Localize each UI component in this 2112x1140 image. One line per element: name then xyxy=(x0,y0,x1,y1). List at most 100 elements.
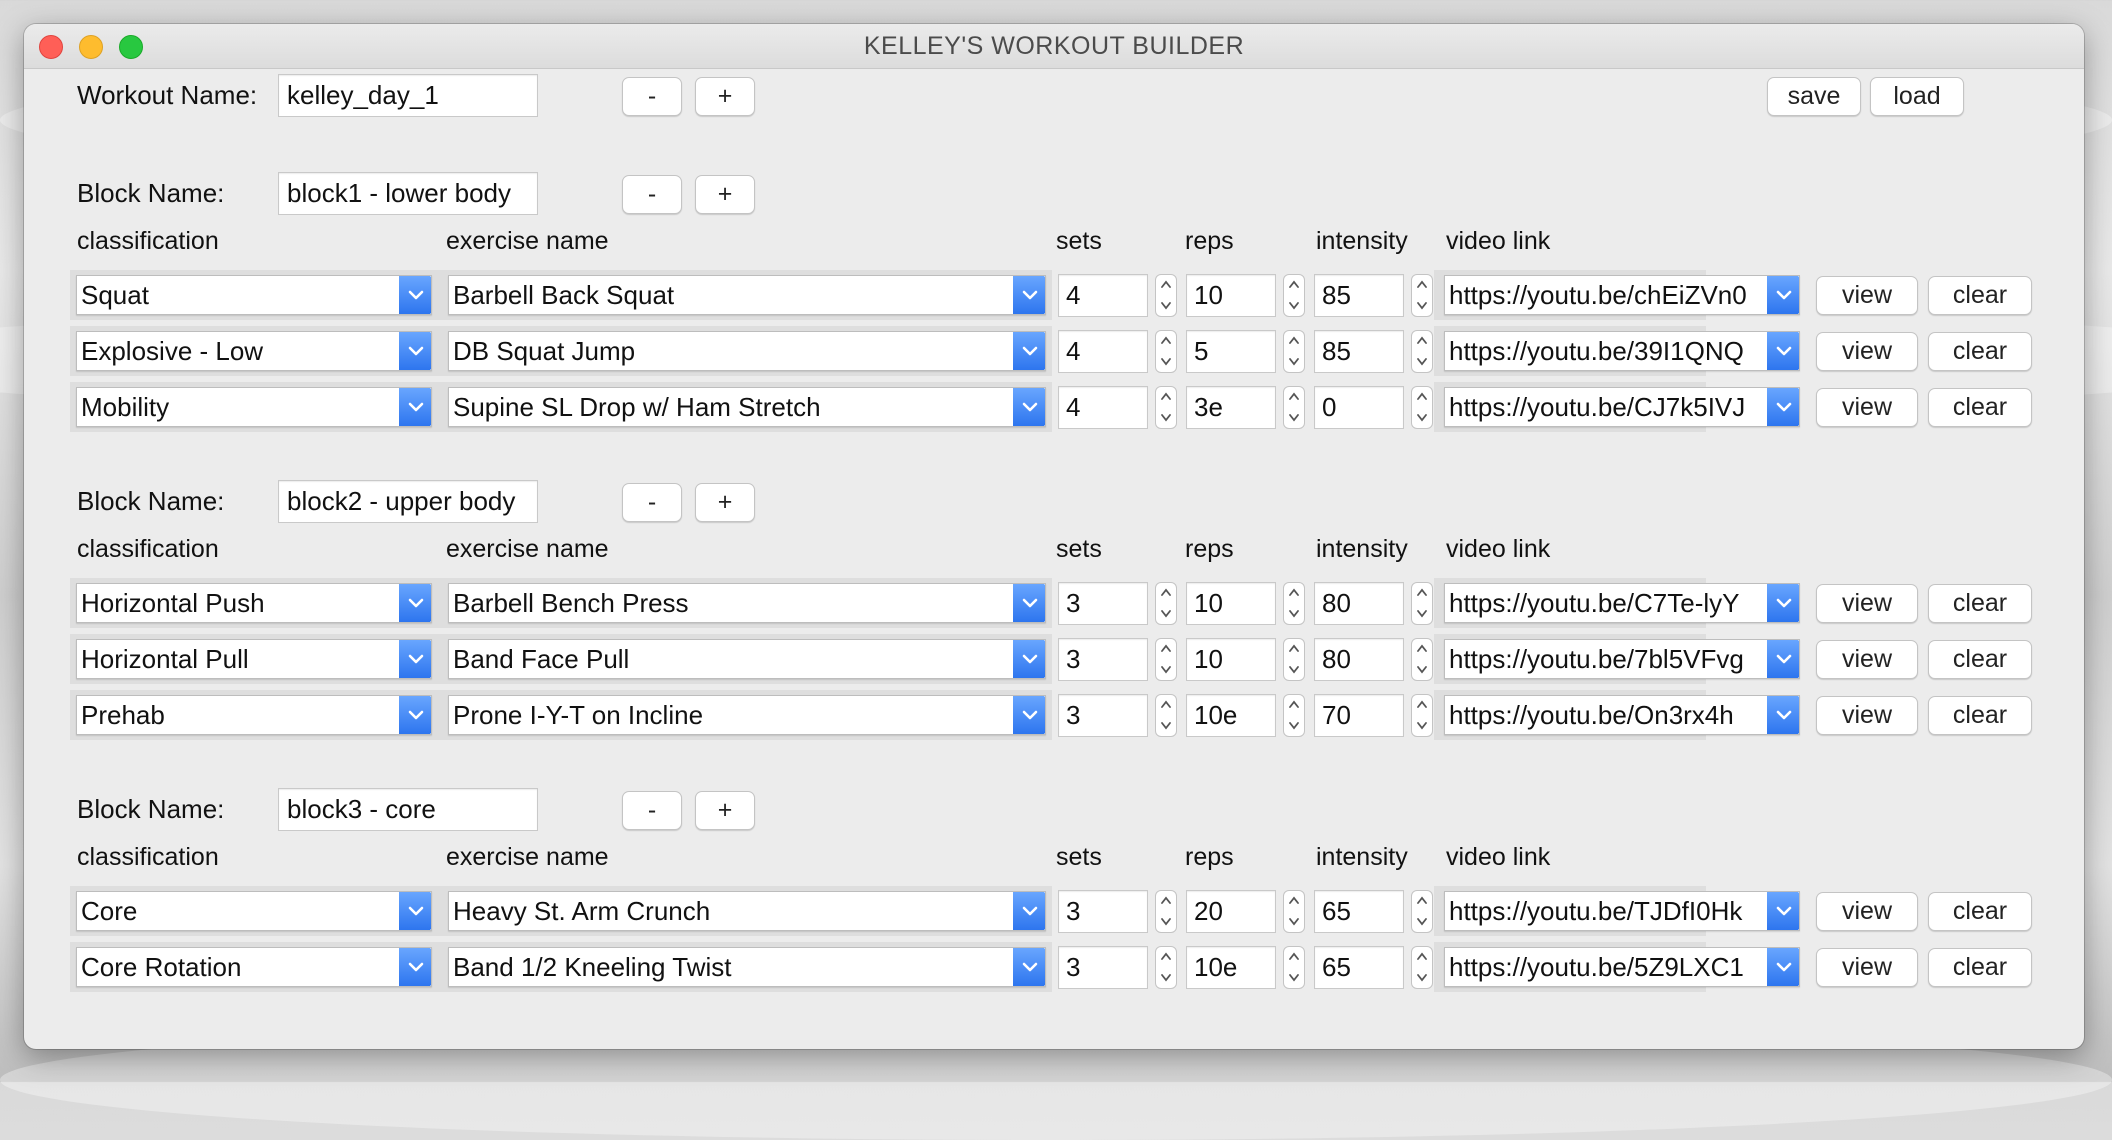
sets-input[interactable]: 3 xyxy=(1058,638,1148,681)
chevron-up-icon[interactable] xyxy=(1160,948,1172,966)
sets-stepper[interactable] xyxy=(1155,582,1177,625)
classification-select[interactable]: Prehab xyxy=(76,695,432,735)
reps-input[interactable]: 10 xyxy=(1186,638,1276,681)
chevron-down-icon[interactable] xyxy=(1767,388,1799,426)
chevron-down-icon[interactable] xyxy=(399,332,431,370)
chevron-up-icon[interactable] xyxy=(1160,584,1172,602)
chevron-down-icon[interactable] xyxy=(1160,605,1172,623)
intensity-stepper[interactable] xyxy=(1411,890,1433,933)
sets-stepper[interactable] xyxy=(1155,694,1177,737)
exercise-select[interactable]: Barbell Back Squat xyxy=(448,275,1046,315)
reps-stepper[interactable] xyxy=(1283,946,1305,989)
reps-input[interactable]: 10 xyxy=(1186,274,1276,317)
chevron-down-icon[interactable] xyxy=(1013,276,1045,314)
chevron-down-icon[interactable] xyxy=(1288,605,1300,623)
view-button[interactable]: view xyxy=(1816,640,1918,679)
view-button[interactable]: view xyxy=(1816,276,1918,315)
sets-stepper[interactable] xyxy=(1155,946,1177,989)
classification-select[interactable]: Horizontal Push xyxy=(76,583,432,623)
exercise-select[interactable]: Prone I-Y-T on Incline xyxy=(448,695,1046,735)
block-name-input[interactable]: block1 - lower body xyxy=(278,172,538,215)
intensity-input[interactable]: 0 xyxy=(1314,386,1404,429)
exercise-select[interactable]: Heavy St. Arm Crunch xyxy=(448,891,1046,931)
intensity-stepper[interactable] xyxy=(1411,946,1433,989)
chevron-down-icon[interactable] xyxy=(1013,584,1045,622)
chevron-down-icon[interactable] xyxy=(399,892,431,930)
chevron-down-icon[interactable] xyxy=(399,388,431,426)
clear-button[interactable]: clear xyxy=(1928,948,2032,987)
chevron-up-icon[interactable] xyxy=(1288,948,1300,966)
chevron-down-icon[interactable] xyxy=(1416,969,1428,987)
sets-input[interactable]: 3 xyxy=(1058,890,1148,933)
chevron-up-icon[interactable] xyxy=(1160,892,1172,910)
chevron-down-icon[interactable] xyxy=(1288,969,1300,987)
intensity-input[interactable]: 85 xyxy=(1314,330,1404,373)
chevron-down-icon[interactable] xyxy=(399,948,431,986)
chevron-down-icon[interactable] xyxy=(1160,913,1172,931)
reps-stepper[interactable] xyxy=(1283,694,1305,737)
sets-stepper[interactable] xyxy=(1155,386,1177,429)
exercise-select[interactable]: Supine SL Drop w/ Ham Stretch xyxy=(448,387,1046,427)
block-name-input[interactable]: block2 - upper body xyxy=(278,480,538,523)
chevron-down-icon[interactable] xyxy=(1288,717,1300,735)
chevron-down-icon[interactable] xyxy=(1416,297,1428,315)
reps-stepper[interactable] xyxy=(1283,582,1305,625)
chevron-up-icon[interactable] xyxy=(1160,640,1172,658)
chevron-down-icon[interactable] xyxy=(1160,717,1172,735)
chevron-up-icon[interactable] xyxy=(1160,332,1172,350)
workout-name-input[interactable]: kelley_day_1 xyxy=(278,74,538,117)
sets-stepper[interactable] xyxy=(1155,274,1177,317)
block-add-button[interactable]: + xyxy=(695,175,755,214)
classification-select[interactable]: Mobility xyxy=(76,387,432,427)
chevron-down-icon[interactable] xyxy=(1767,640,1799,678)
sets-input[interactable]: 4 xyxy=(1058,386,1148,429)
sets-input[interactable]: 3 xyxy=(1058,582,1148,625)
view-button[interactable]: view xyxy=(1816,584,1918,623)
clear-button[interactable]: clear xyxy=(1928,388,2032,427)
chevron-down-icon[interactable] xyxy=(1013,332,1045,370)
chevron-down-icon[interactable] xyxy=(1767,584,1799,622)
classification-select[interactable]: Core Rotation xyxy=(76,947,432,987)
chevron-down-icon[interactable] xyxy=(1160,353,1172,371)
video-link-select[interactable]: https://youtu.be/CJ7k5IVJ xyxy=(1444,387,1800,427)
video-link-select[interactable]: https://youtu.be/5Z9LXC1 xyxy=(1444,947,1800,987)
workout-remove-button[interactable]: - xyxy=(622,77,682,116)
view-button[interactable]: view xyxy=(1816,948,1918,987)
view-button[interactable]: view xyxy=(1816,388,1918,427)
chevron-up-icon[interactable] xyxy=(1288,892,1300,910)
intensity-input[interactable]: 70 xyxy=(1314,694,1404,737)
chevron-up-icon[interactable] xyxy=(1288,332,1300,350)
view-button[interactable]: view xyxy=(1816,696,1918,735)
classification-select[interactable]: Core xyxy=(76,891,432,931)
reps-stepper[interactable] xyxy=(1283,890,1305,933)
chevron-down-icon[interactable] xyxy=(1013,640,1045,678)
clear-button[interactable]: clear xyxy=(1928,892,2032,931)
video-link-select[interactable]: https://youtu.be/C7Te-lyY xyxy=(1444,583,1800,623)
sets-input[interactable]: 4 xyxy=(1058,274,1148,317)
chevron-down-icon[interactable] xyxy=(399,276,431,314)
chevron-up-icon[interactable] xyxy=(1160,388,1172,406)
chevron-down-icon[interactable] xyxy=(1416,717,1428,735)
chevron-down-icon[interactable] xyxy=(1013,892,1045,930)
chevron-down-icon[interactable] xyxy=(399,696,431,734)
intensity-stepper[interactable] xyxy=(1411,582,1433,625)
intensity-input[interactable]: 65 xyxy=(1314,946,1404,989)
chevron-up-icon[interactable] xyxy=(1416,584,1428,602)
chevron-down-icon[interactable] xyxy=(1288,913,1300,931)
chevron-down-icon[interactable] xyxy=(1767,892,1799,930)
chevron-down-icon[interactable] xyxy=(1416,353,1428,371)
sets-stepper[interactable] xyxy=(1155,330,1177,373)
chevron-up-icon[interactable] xyxy=(1416,640,1428,658)
intensity-input[interactable]: 80 xyxy=(1314,638,1404,681)
chevron-down-icon[interactable] xyxy=(1416,605,1428,623)
chevron-down-icon[interactable] xyxy=(1288,297,1300,315)
reps-input[interactable]: 10e xyxy=(1186,694,1276,737)
chevron-up-icon[interactable] xyxy=(1288,584,1300,602)
reps-input[interactable]: 3e xyxy=(1186,386,1276,429)
clear-button[interactable]: clear xyxy=(1928,584,2032,623)
chevron-down-icon[interactable] xyxy=(1416,661,1428,679)
intensity-input[interactable]: 80 xyxy=(1314,582,1404,625)
clear-button[interactable]: clear xyxy=(1928,696,2032,735)
classification-select[interactable]: Squat xyxy=(76,275,432,315)
intensity-stepper[interactable] xyxy=(1411,638,1433,681)
